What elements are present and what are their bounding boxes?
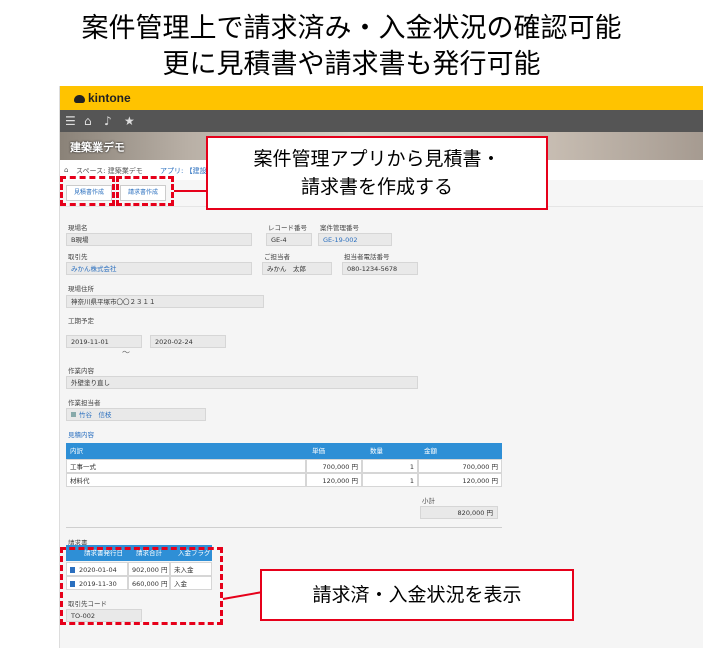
schedule-label: 工期予定 [68,317,94,325]
contact-phone-label: 担当者電話番号 [344,253,390,261]
breadcrumb-app[interactable]: アプリ: 【建設 [160,166,207,176]
section-divider [66,527,502,528]
logo-text: kintone [88,91,131,105]
estimate-row-2-unit-price: 120,000 円 [306,473,362,487]
estimate-col-amount: 金額 [424,447,437,455]
client-value[interactable]: みかん株式会社 [66,262,252,275]
user-icon [71,412,76,417]
record-no-label: レコード番号 [268,224,307,232]
kintone-header: kintone [60,86,703,110]
case-no-value[interactable]: GE-19-002 [318,233,392,246]
end-date-value: 2020-02-24 [150,335,226,348]
headline-line-1: 案件管理上で請求済み・入金状況の確認可能 [81,13,622,44]
breadcrumb-space[interactable]: スペース: 建築業デモ [76,166,143,176]
estimate-row-2-item: 材料代 [66,473,306,487]
date-range-tilde: ～ [122,348,130,357]
menu-icon[interactable]: ☰ [65,114,76,128]
home-icon[interactable]: ⌂ [84,114,92,128]
start-date-value: 2019-11-01 [66,335,142,348]
contact-value: みかん 太郎 [262,262,332,275]
invoice-button-highlight [116,176,174,206]
estimate-button-highlight [60,176,115,206]
invoice-table-highlight [60,547,223,625]
estimate-row-1-item: 工事一式 [66,459,306,473]
contact-phone-value: 080-1234-5678 [342,262,418,275]
record-no-value: GE-4 [266,233,312,246]
estimate-section-link[interactable]: 見積内容 [68,429,94,439]
bottom-callout: 請求済・入金状況を表示 [260,569,574,621]
subtotal-label: 小計 [422,497,435,505]
estimate-table-header: 内訳 単価 数量 金額 [66,443,502,459]
headline-line-2: 更に見積書や請求書も発行可能 [162,49,541,80]
staff-value[interactable]: 竹谷 信枝 [66,408,206,421]
address-label: 現場住所 [68,285,94,293]
staff-label: 作業担当者 [68,399,101,407]
address-value: 神奈川県平塚市〇〇２３１１ [66,295,264,308]
case-no-label: 案件管理番号 [320,224,359,232]
estimate-row-1-amount: 700,000 円 [418,459,502,473]
site-name-label: 現場名 [68,224,88,232]
estimate-row-1-unit-price: 700,000 円 [306,459,362,473]
work-label: 作業内容 [68,367,94,375]
breadcrumb-home-icon[interactable]: ⌂ [64,166,68,174]
kintone-logo[interactable]: kintone [74,91,131,105]
site-name-value: B現場 [66,233,252,246]
subtotal-value: 820,000 円 [420,506,498,519]
staff-name: 竹谷 信枝 [79,411,112,419]
navigation-bar: ☰ ⌂ ♪ ★ [60,110,703,132]
star-icon[interactable]: ★ [124,114,135,128]
estimate-col-qty: 数量 [370,447,383,455]
estimate-col-item: 内訳 [70,447,83,455]
banner-title: 建築業デモ [70,141,125,154]
estimate-row-1-qty: 1 [362,459,418,473]
estimate-row-2-amount: 120,000 円 [418,473,502,487]
estimate-col-unit-price: 単価 [312,447,325,455]
estimate-row-2-qty: 1 [362,473,418,487]
work-value: 外壁塗り直し [66,376,418,389]
top-callout-connector [174,190,206,192]
kintone-cat-icon [74,94,85,103]
client-label: 取引先 [68,253,88,261]
bell-icon[interactable]: ♪ [104,114,112,128]
contact-label: ご担当者 [264,253,290,261]
top-callout: 案件管理アプリから見積書・ 請求書を作成する [206,136,548,210]
